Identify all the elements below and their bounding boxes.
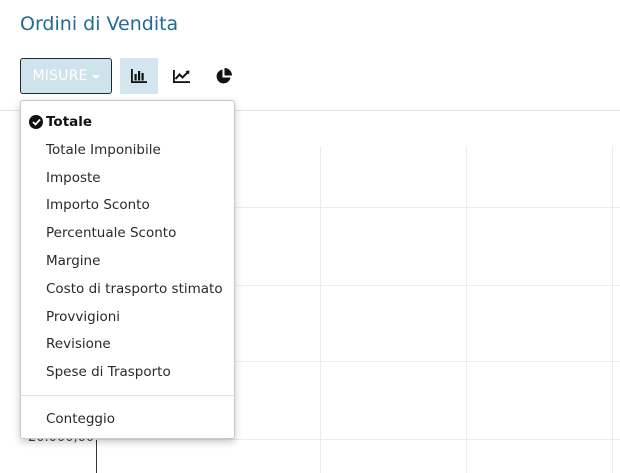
measure-item-costo-trasporto[interactable]: Costo di trasporto stimato — [21, 276, 234, 302]
measure-item-spese-trasporto[interactable]: Spese di Trasporto — [21, 359, 234, 385]
measure-item-label: Spese di Trasporto — [46, 364, 171, 380]
measure-item-label: Revisione — [46, 336, 111, 352]
caret-down-icon — [91, 75, 100, 79]
line-chart-icon — [172, 69, 190, 83]
measures-button[interactable]: MISURE — [20, 58, 112, 94]
measure-item-label: Provvigioni — [46, 309, 121, 325]
page-title: Ordini di Vendita — [20, 13, 179, 35]
measure-item-revisione[interactable]: Revisione — [21, 331, 234, 357]
line-chart-view-button[interactable] — [162, 58, 200, 94]
measure-item-conteggio[interactable]: Conteggio — [21, 406, 234, 432]
measure-item-totale-imponibile[interactable]: Totale Imponibile — [21, 137, 234, 163]
measure-item-label: Percentuale Sconto — [46, 225, 177, 241]
bar-chart-view-button[interactable] — [120, 58, 158, 94]
measures-dropdown: Totale Totale Imponibile Imposte Importo… — [20, 100, 235, 439]
measure-item-percentuale-sconto[interactable]: Percentuale Sconto — [21, 220, 234, 246]
menu-divider — [21, 395, 234, 396]
measure-item-imposte[interactable]: Imposte — [21, 165, 234, 191]
measure-item-importo-sconto[interactable]: Importo Sconto — [21, 192, 234, 218]
gridline-h — [96, 439, 620, 440]
measure-item-label: Imposte — [46, 170, 101, 186]
measures-button-label: MISURE — [32, 68, 88, 84]
bar-chart-icon — [131, 69, 147, 83]
gridline-v — [612, 146, 613, 473]
measure-item-label: Conteggio — [46, 411, 115, 427]
measure-item-totale[interactable]: Totale — [21, 109, 234, 135]
measure-item-label: Margine — [46, 253, 101, 269]
measure-item-label: Totale — [46, 114, 93, 130]
check-circle-icon — [29, 115, 43, 129]
pie-chart-view-button[interactable] — [204, 58, 242, 94]
measure-item-label: Totale Imponibile — [46, 142, 161, 158]
measure-item-provvigioni[interactable]: Provvigioni — [21, 304, 234, 330]
measure-item-label: Importo Sconto — [46, 197, 150, 213]
pie-chart-icon — [216, 67, 232, 83]
gridline-v — [320, 146, 321, 473]
y-axis-line — [96, 440, 97, 473]
measure-item-margine[interactable]: Margine — [21, 248, 234, 274]
measure-item-label: Costo di trasporto stimato — [46, 281, 223, 297]
gridline-v — [466, 146, 467, 473]
